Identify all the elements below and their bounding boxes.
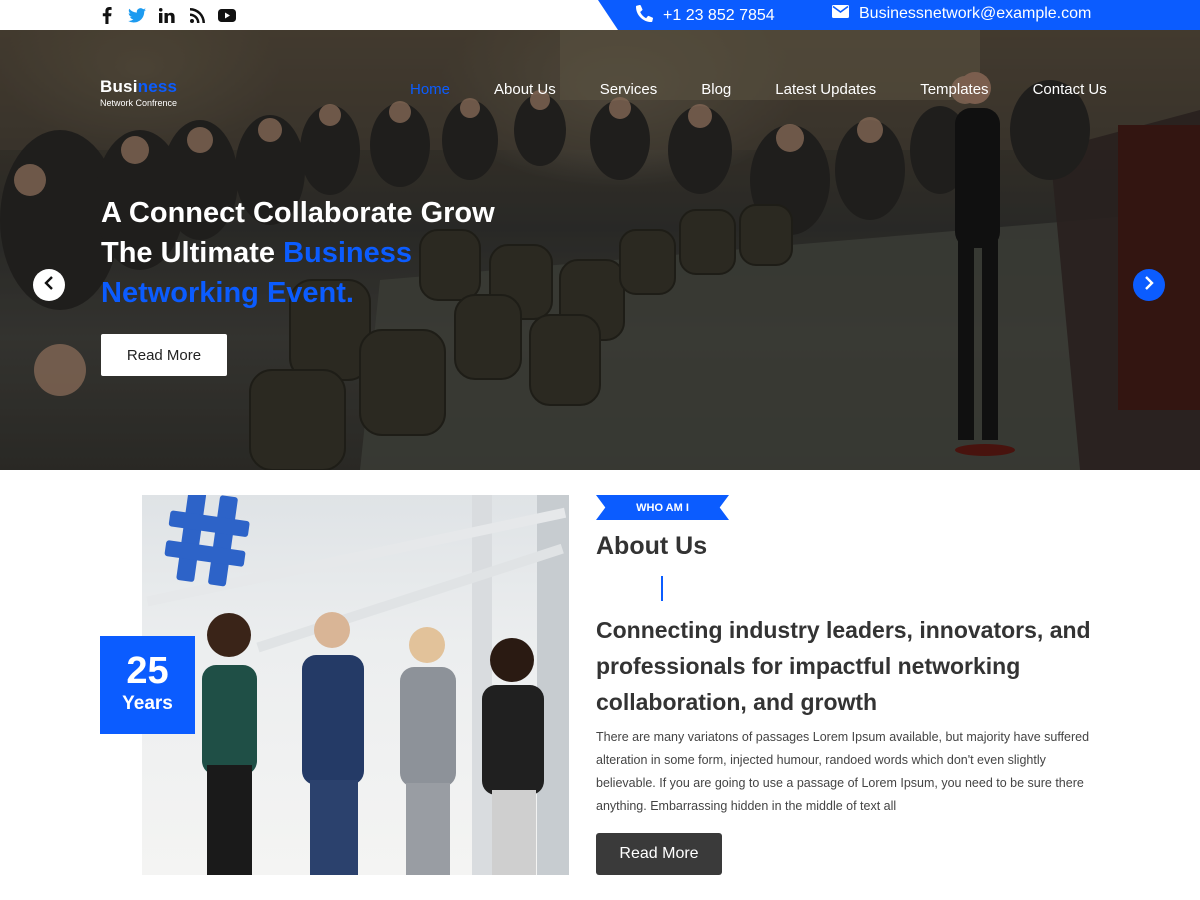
envelope-icon	[832, 5, 849, 23]
slider-next-button[interactable]	[1133, 269, 1165, 301]
logo-title: Business	[100, 77, 178, 96]
about-photo	[142, 495, 569, 875]
email-contact[interactable]: Businessnetwork@example.com	[832, 5, 1091, 23]
nav-contact-us[interactable]: Contact Us	[1033, 81, 1107, 98]
phone-number: +1 23 852 7854	[663, 7, 775, 24]
hero-read-more-button[interactable]: Read More	[101, 334, 227, 376]
chevron-right-icon	[1144, 275, 1154, 295]
section-tag: WHO AM I	[596, 495, 729, 520]
nav-blog[interactable]: Blog	[701, 81, 731, 98]
rss-icon[interactable]	[188, 6, 206, 24]
nav-about-us[interactable]: About Us	[494, 81, 556, 98]
nav-latest-updates[interactable]: Latest Updates	[775, 81, 876, 98]
twitter-icon[interactable]	[128, 6, 146, 24]
about-body-text: There are many variatons of passages Lor…	[596, 730, 1090, 813]
youtube-icon[interactable]	[218, 6, 236, 24]
slider-prev-button[interactable]	[33, 269, 65, 301]
about-read-more-button[interactable]: Read More	[596, 833, 722, 875]
email-address: Businessnetwork@example.com	[859, 5, 1092, 22]
linkedin-icon[interactable]	[158, 6, 176, 24]
nav-services[interactable]: Services	[600, 81, 658, 98]
phone-contact[interactable]: +1 23 852 7854	[636, 4, 775, 27]
nav-templates[interactable]: Templates	[920, 81, 988, 98]
title-divider	[661, 576, 663, 601]
hero-slider: Business Network Confrence Home About Us…	[0, 30, 1200, 470]
years-badge: 25 Years	[100, 636, 195, 734]
facebook-icon[interactable]	[98, 6, 116, 24]
hero-line-1: A Connect Collaborate Grow	[101, 197, 495, 229]
contact-strip: +1 23 852 7854 Businessnetwork@example.c…	[598, 0, 1200, 30]
logo-subtitle: Network Confrence	[100, 98, 178, 108]
social-links	[98, 6, 236, 24]
hero-line-2: The Ultimate Business	[101, 237, 413, 269]
site-logo[interactable]: Business Network Confrence	[100, 77, 177, 108]
main-nav: Home About Us Services Blog Latest Updat…	[410, 81, 1107, 98]
chevron-left-icon	[44, 275, 54, 295]
hero-heading: A Connect Collaborate Grow The Ultimate …	[101, 193, 495, 313]
top-bar: +1 23 852 7854 Businessnetwork@example.c…	[0, 0, 1200, 30]
about-heading: Connecting industry leaders, innovators,…	[596, 617, 1091, 715]
years-number: 25	[126, 650, 169, 692]
hero-line-3: Networking Event.	[101, 277, 354, 309]
nav-home[interactable]: Home	[410, 81, 450, 98]
phone-icon	[636, 4, 654, 27]
about-title: About Us	[596, 532, 708, 560]
years-label: Years	[122, 693, 173, 714]
